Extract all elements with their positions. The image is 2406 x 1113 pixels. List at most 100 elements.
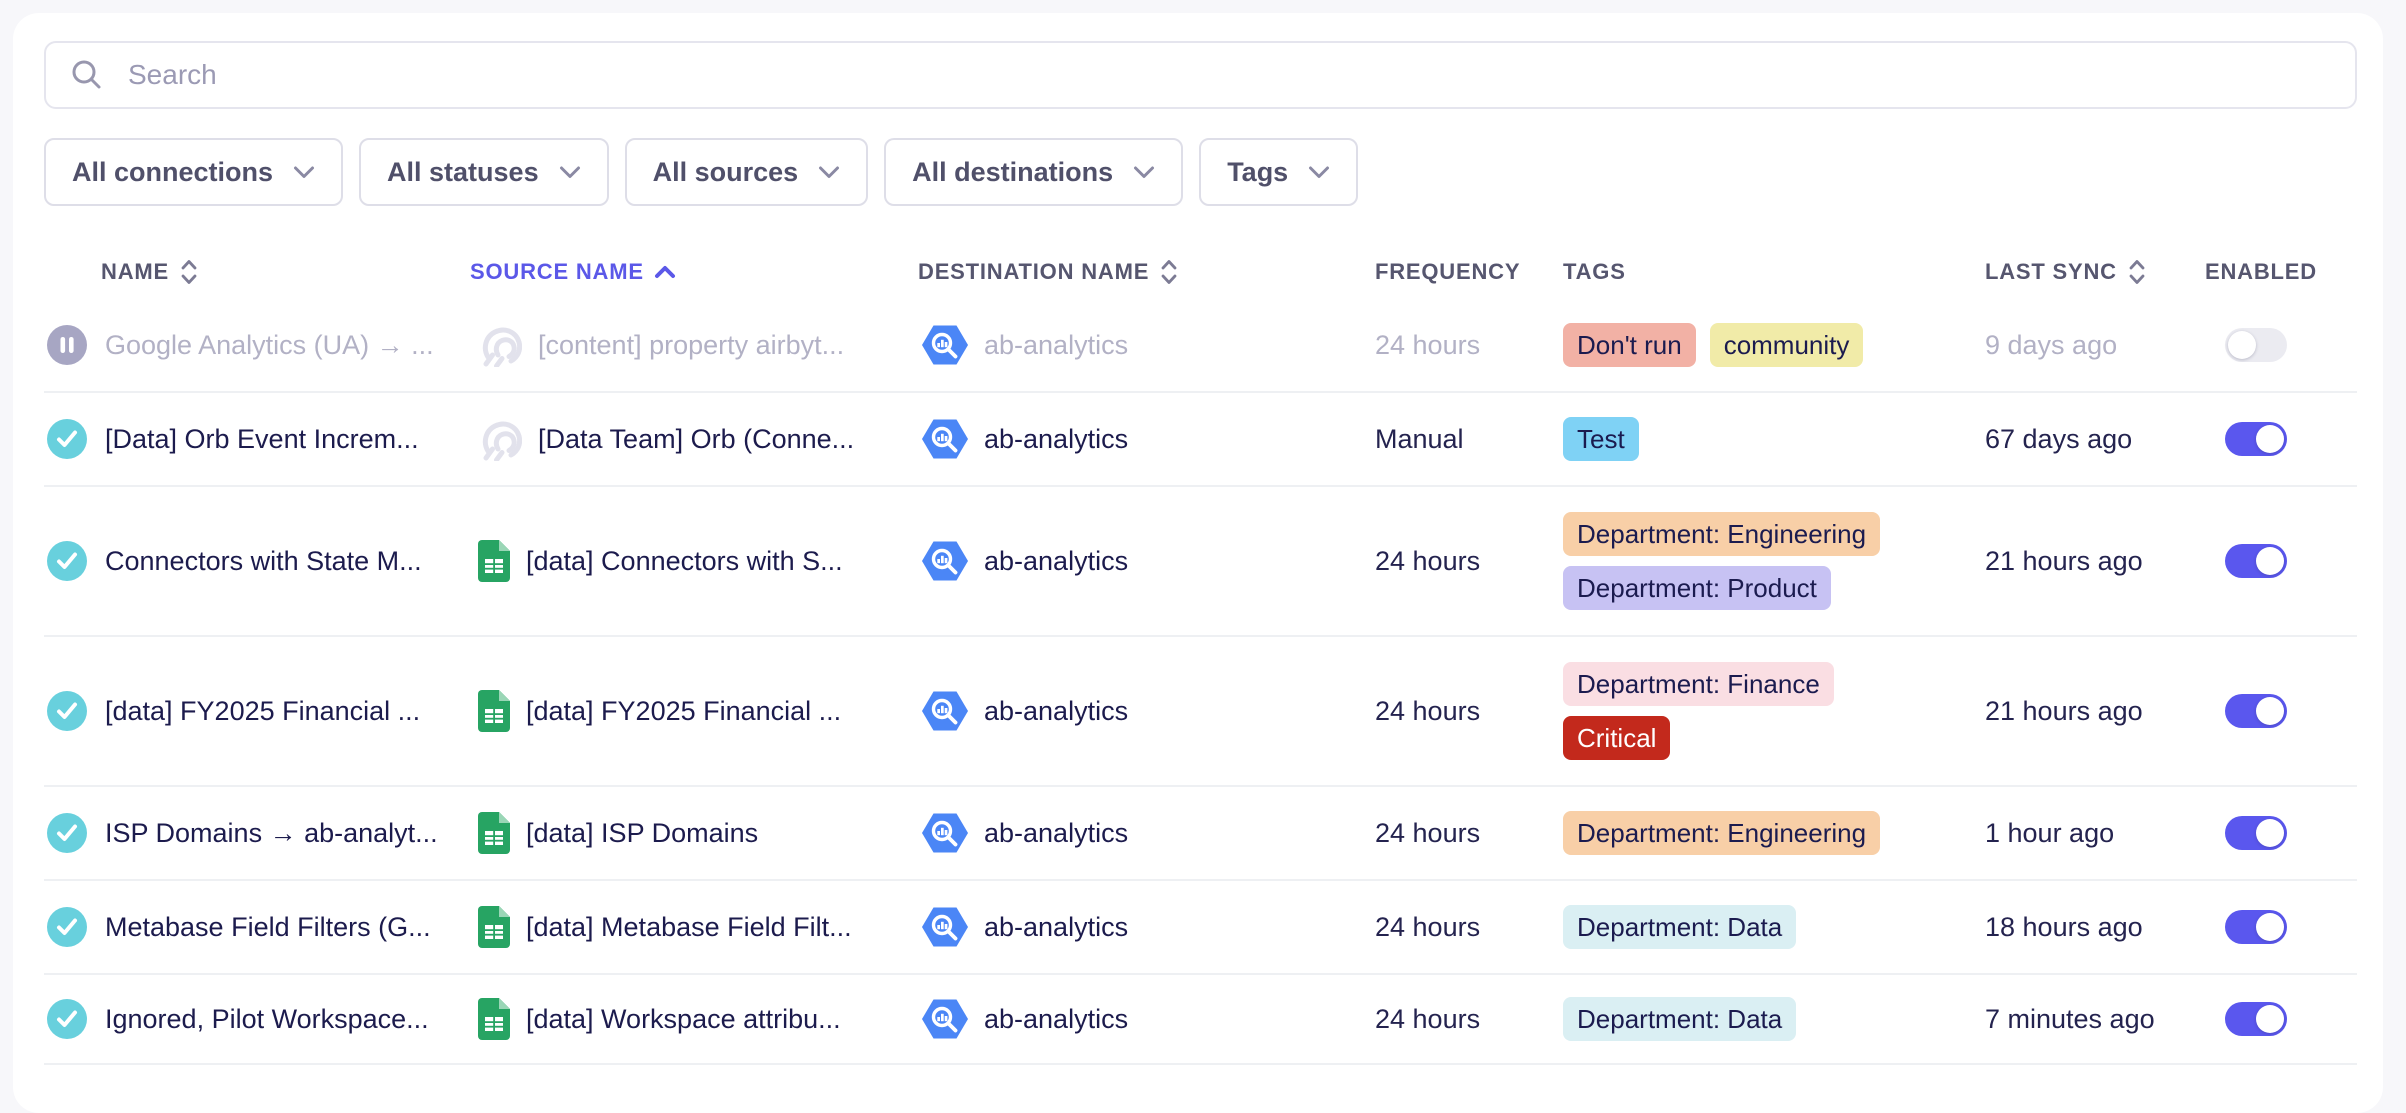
destination-name: ab-analytics xyxy=(984,912,1128,943)
column-label: ENABLED xyxy=(2205,259,2317,285)
enabled-toggle[interactable] xyxy=(2225,816,2287,850)
connection-name: Ignored, Pilot Workspace... xyxy=(105,1004,429,1035)
frequency: Manual xyxy=(1375,424,1464,455)
enabled-toggle[interactable] xyxy=(2225,910,2287,944)
tag-list: Department: Engineering xyxy=(1563,811,1880,855)
column-label: TAGS xyxy=(1563,259,1626,285)
frequency: 24 hours xyxy=(1375,330,1480,361)
toggle-knob xyxy=(2256,819,2284,847)
toggle-knob xyxy=(2256,1005,2284,1033)
source-name: [data] ISP Domains xyxy=(526,818,758,849)
enabled-status-icon xyxy=(47,419,87,459)
connection-name: [data] FY2025 Financial ... xyxy=(105,696,420,727)
connections-panel: All connections All statuses All sources Al… xyxy=(13,13,2383,1113)
google-sheets-icon xyxy=(478,540,510,582)
tag-list: Department: Engineering Department: Produ… xyxy=(1563,512,1880,610)
destination-name: ab-analytics xyxy=(984,330,1128,361)
filter-label: All statuses xyxy=(387,157,539,188)
sort-icon xyxy=(1159,258,1179,286)
connection-name: Metabase Field Filters (G... xyxy=(105,912,431,943)
paused-status-icon xyxy=(47,325,87,365)
last-sync: 21 hours ago xyxy=(1985,696,2143,727)
tag-list: Department: Data xyxy=(1563,905,1796,949)
destination-name: ab-analytics xyxy=(984,696,1128,727)
airbyte-source-icon xyxy=(478,417,522,461)
enabled-toggle[interactable] xyxy=(2225,544,2287,578)
connection-row[interactable]: ISP Domains → ab-analyt... [data] ISP Dom… xyxy=(44,785,2357,879)
sort-icon xyxy=(179,258,199,286)
connection-row[interactable]: Metabase Field Filters (G... [data] Metab… xyxy=(44,879,2357,973)
google-sheets-icon xyxy=(478,690,510,732)
enabled-toggle[interactable] xyxy=(2225,694,2287,728)
connection-row[interactable]: [Data] Orb Event Increm...[Data Team] Or… xyxy=(44,391,2357,485)
filter-label: All sources xyxy=(653,157,799,188)
column-header-tags: TAGS xyxy=(1563,259,1985,285)
filter-bar: All connections All statuses All sources Al… xyxy=(44,138,2357,206)
connection-row[interactable]: Google Analytics (UA) → ... [content] pro… xyxy=(44,299,2357,391)
column-label: LAST SYNC xyxy=(1985,259,2117,285)
frequency: 24 hours xyxy=(1375,912,1480,943)
tag-chip: Department: Product xyxy=(1563,566,1831,610)
connection-name: Google Analytics (UA) → ... xyxy=(105,330,434,361)
column-header-destination-name[interactable]: DESTINATION NAME xyxy=(918,258,1375,286)
column-header-last-sync[interactable]: LAST SYNC xyxy=(1985,258,2205,286)
sort-ascending-icon xyxy=(654,265,676,279)
frequency: 24 hours xyxy=(1375,696,1480,727)
filter-label: All connections xyxy=(72,157,273,188)
frequency: 24 hours xyxy=(1375,1004,1480,1035)
chevron-down-icon xyxy=(818,166,840,179)
column-label: DESTINATION NAME xyxy=(918,259,1149,285)
source-name: [Data Team] Orb (Conne... xyxy=(538,424,854,455)
column-header-frequency: FREQUENCY xyxy=(1375,259,1563,285)
search-bar xyxy=(44,41,2357,109)
enabled-toggle[interactable] xyxy=(2225,1002,2287,1036)
tag-list: Department: Data xyxy=(1563,997,1796,1041)
toggle-knob xyxy=(2256,425,2284,453)
source-name: [data] Workspace attribu... xyxy=(526,1004,841,1035)
table-body: Google Analytics (UA) → ... [content] pro… xyxy=(44,299,2357,1065)
filter-all-statuses[interactable]: All statuses xyxy=(359,138,609,206)
column-label: NAME xyxy=(101,259,169,285)
column-label: FREQUENCY xyxy=(1375,259,1520,285)
toggle-knob xyxy=(2256,697,2284,725)
enabled-status-icon xyxy=(47,691,87,731)
bigquery-icon xyxy=(922,904,968,950)
chevron-down-icon xyxy=(1308,166,1330,179)
tag-chip: Test xyxy=(1563,417,1639,461)
filter-all-connections[interactable]: All connections xyxy=(44,138,343,206)
filter-all-sources[interactable]: All sources xyxy=(625,138,869,206)
chevron-down-icon xyxy=(1133,166,1155,179)
sort-icon xyxy=(2127,258,2147,286)
last-sync: 1 hour ago xyxy=(1985,818,2114,849)
connection-row[interactable]: Ignored, Pilot Workspace... [data] Worksp… xyxy=(44,973,2357,1065)
enabled-status-icon xyxy=(47,813,87,853)
column-header-name[interactable]: NAME xyxy=(44,258,470,286)
tag-chip: Department: Data xyxy=(1563,997,1796,1041)
source-name: [content] property airbyt... xyxy=(538,330,844,361)
last-sync: 7 minutes ago xyxy=(1985,1004,2155,1035)
bigquery-icon xyxy=(922,810,968,856)
connection-row[interactable]: [data] FY2025 Financial ... [data] FY2025… xyxy=(44,635,2357,785)
tag-chip: Don't run xyxy=(1563,323,1696,367)
bigquery-icon xyxy=(922,996,968,1042)
source-name: [data] Metabase Field Filt... xyxy=(526,912,852,943)
google-sheets-icon xyxy=(478,906,510,948)
tag-chip: Department: Engineering xyxy=(1563,512,1880,556)
bigquery-icon xyxy=(922,688,968,734)
source-name: [data] FY2025 Financial ... xyxy=(526,696,841,727)
destination-name: ab-analytics xyxy=(984,424,1128,455)
destination-name: ab-analytics xyxy=(984,546,1128,577)
tag-list: Test xyxy=(1563,417,1639,461)
enabled-toggle[interactable] xyxy=(2225,422,2287,456)
connection-row[interactable]: Connectors with State M...[data] Connect… xyxy=(44,485,2357,635)
filter-tags[interactable]: Tags xyxy=(1199,138,1358,206)
search-input[interactable] xyxy=(126,58,2331,92)
filter-all-destinations[interactable]: All destinations xyxy=(884,138,1183,206)
enabled-status-icon xyxy=(47,999,87,1039)
connections-table: NAME SOURCE NAMEDESTINATION NAME FREQUENCY… xyxy=(44,245,2357,1065)
destination-name: ab-analytics xyxy=(984,818,1128,849)
bigquery-icon xyxy=(922,538,968,584)
enabled-toggle[interactable] xyxy=(2225,328,2287,362)
connection-name: ISP Domains → ab-analyt... xyxy=(105,818,438,849)
column-header-source-name[interactable]: SOURCE NAME xyxy=(470,259,918,285)
